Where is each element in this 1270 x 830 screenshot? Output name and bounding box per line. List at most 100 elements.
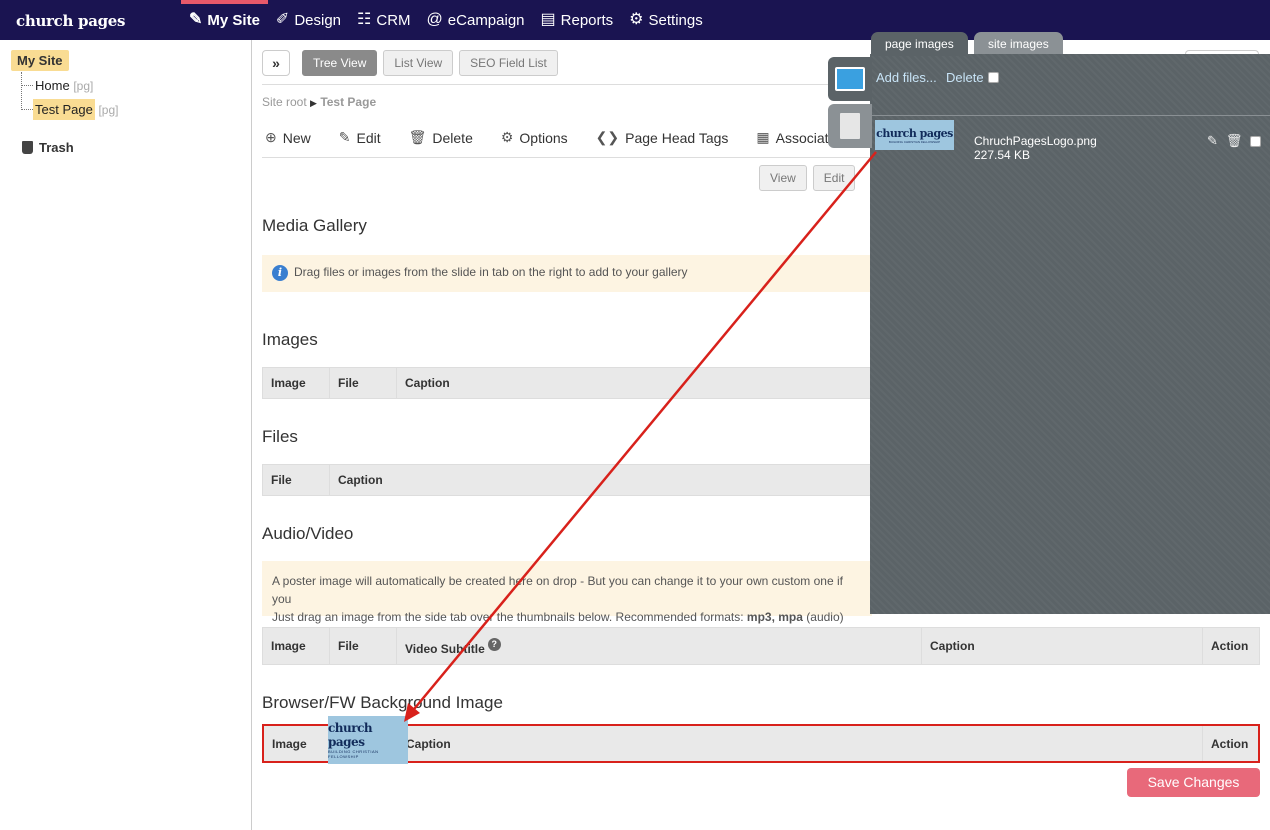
list-view-button[interactable]: List View: [383, 50, 454, 76]
trash-can-icon: [22, 141, 33, 154]
site-tree-sidebar: My Site Home [pg] Test Page [pg] Trash: [0, 40, 252, 830]
col-image: Image: [263, 628, 330, 664]
panel-image-thumbnail[interactable]: church pages BUILDING CHRISTIAN FELLOWSH…: [875, 120, 954, 150]
action-label: Page Head Tags: [625, 129, 729, 146]
nav-crm[interactable]: ☷ CRM: [349, 0, 419, 40]
at-icon: @: [426, 11, 443, 28]
audio-info-notice: A poster image will automatically be cre…: [262, 561, 872, 642]
pencil-ruler-icon: ✐: [275, 11, 290, 28]
col-caption: Caption: [338, 473, 383, 487]
thumbnail-tagline: BUILDING CHRISTIAN FELLOWSHIP: [328, 749, 379, 759]
tab-page-images[interactable]: page images: [871, 32, 968, 56]
delete-files-control[interactable]: Delete: [946, 70, 999, 85]
col-label: Video Subtitle: [405, 642, 485, 656]
edit-mode-button[interactable]: Edit: [812, 165, 856, 191]
top-navbar: church pages ✎ My Site ✐ Design ☷ CRM @ eCam…: [0, 0, 1270, 40]
expand-sidebar-button[interactable]: »: [262, 50, 290, 76]
col-caption: Caption: [406, 736, 451, 751]
files-side-tab[interactable]: [828, 104, 872, 148]
images-table-header: Image File Caption: [262, 367, 872, 399]
file-select-checkbox[interactable]: [1250, 135, 1262, 147]
page-edit-icon: ✎: [189, 11, 203, 28]
tree-root-my-site[interactable]: My Site: [11, 50, 69, 71]
tree-connector: [21, 85, 33, 86]
tree-item-test-page[interactable]: Test Page [pg]: [33, 99, 119, 120]
new-button[interactable]: ⊕ New: [265, 129, 311, 146]
thumbnail-logo-text: church pages: [876, 126, 953, 140]
view-edit-toggle: View Edit: [759, 165, 856, 191]
nav-design[interactable]: ✐ Design: [268, 0, 349, 40]
pencil-icon[interactable]: ✎: [1207, 133, 1218, 149]
select-all-checkbox[interactable]: [987, 72, 999, 83]
nav-my-site[interactable]: ✎ My Site: [181, 0, 268, 40]
action-label: Options: [519, 129, 568, 146]
nav-label: Settings: [648, 11, 703, 29]
audio-table-header: Image File Video Subtitle? Caption Actio…: [262, 627, 1260, 665]
breadcrumb: Site root ▶ Test Page: [262, 95, 376, 109]
notice-text: Drag files or images from the slide in t…: [294, 265, 688, 279]
image-icon: [835, 67, 865, 91]
church-pages-logo[interactable]: church pages: [16, 12, 126, 30]
page-actions: ⊕ New ✎ Edit 🗑 Delete ⚙ Options ❮❯ Page Head …: [265, 129, 885, 146]
dragged-image-thumbnail[interactable]: church pages BUILDING CHRISTIAN FELLOWSH…: [328, 716, 408, 764]
thumbnail-logo-text: church pages: [328, 721, 373, 749]
save-changes-button[interactable]: Save Changes: [1127, 768, 1260, 797]
notice-format: mp3, mpa: [746, 610, 803, 624]
tab-site-images[interactable]: site images: [974, 32, 1063, 56]
table-icon: ▦: [756, 129, 770, 145]
tree-item-label: Test Page: [33, 99, 95, 120]
caret-right-icon: ▶: [310, 98, 317, 108]
notice-text: (audio): [802, 610, 844, 624]
page-type-tag: [pg]: [98, 103, 119, 117]
audio-video-title: Audio/Video: [262, 524, 354, 543]
page-head-tags-button[interactable]: ❮❯ Page Head Tags: [596, 129, 729, 146]
file-name: ChruchPagesLogo.png: [974, 134, 1097, 148]
action-label: Delete: [432, 129, 473, 146]
panel-divider: [870, 115, 1270, 116]
tree-view-button[interactable]: Tree View: [302, 50, 378, 76]
nav-reports[interactable]: ▤ Reports: [533, 0, 622, 40]
nav-label: CRM: [376, 11, 411, 29]
media-info-notice: i Drag files or images from the slide in …: [262, 255, 872, 292]
file-size: 227.54 KB: [974, 148, 1031, 162]
media-gallery-title: Media Gallery: [262, 216, 367, 235]
col-file: File: [263, 465, 330, 495]
files-title: Files: [262, 427, 298, 446]
notice-line: A poster image will automatically be cre…: [272, 574, 843, 606]
col-file: File: [330, 628, 397, 664]
action-label: Edit: [356, 129, 381, 146]
tree-connector: [21, 109, 33, 110]
breadcrumb-current: Test Page: [320, 95, 377, 109]
col-image: Image: [263, 368, 330, 398]
nav-ecampaign[interactable]: @ eCampaign: [419, 0, 533, 40]
nav-label: Design: [294, 11, 342, 29]
gear-icon: ⚙: [500, 129, 514, 145]
gear-icon: ⚙: [629, 11, 644, 28]
images-title: Images: [262, 330, 318, 349]
info-icon: i: [272, 265, 288, 281]
col-action: Action: [1211, 639, 1249, 653]
code-icon: ❮❯: [595, 129, 620, 145]
nav-settings[interactable]: ⚙ Settings: [621, 0, 711, 40]
tree-item-label: Home: [35, 78, 70, 93]
main-nav: ✎ My Site ✐ Design ☷ CRM @ eCampaign ▤ Report…: [181, 0, 711, 40]
col-action: Action: [1202, 726, 1258, 761]
view-button[interactable]: View: [759, 165, 807, 191]
images-side-tab[interactable]: [828, 57, 872, 101]
delete-button[interactable]: 🗑 Delete: [409, 129, 473, 146]
trash-icon[interactable]: 🗑: [1226, 133, 1243, 149]
add-files-link[interactable]: Add files...: [876, 70, 937, 85]
options-button[interactable]: ⚙ Options: [501, 129, 568, 146]
nav-label: My Site: [207, 11, 260, 29]
background-image-dropzone[interactable]: Image Caption Action: [262, 724, 1260, 763]
col-caption: Caption: [405, 376, 450, 390]
edit-button[interactable]: ✎ Edit: [339, 129, 381, 146]
breadcrumb-root[interactable]: Site root: [262, 95, 307, 109]
tree-item-trash[interactable]: Trash: [22, 140, 74, 155]
files-table-header: File Caption: [262, 464, 872, 496]
seo-field-list-button[interactable]: SEO Field List: [459, 50, 558, 76]
action-label: New: [282, 129, 311, 146]
help-icon[interactable]: ?: [487, 637, 501, 651]
delete-label: Delete: [946, 70, 984, 85]
tree-item-home[interactable]: Home [pg]: [35, 78, 93, 93]
